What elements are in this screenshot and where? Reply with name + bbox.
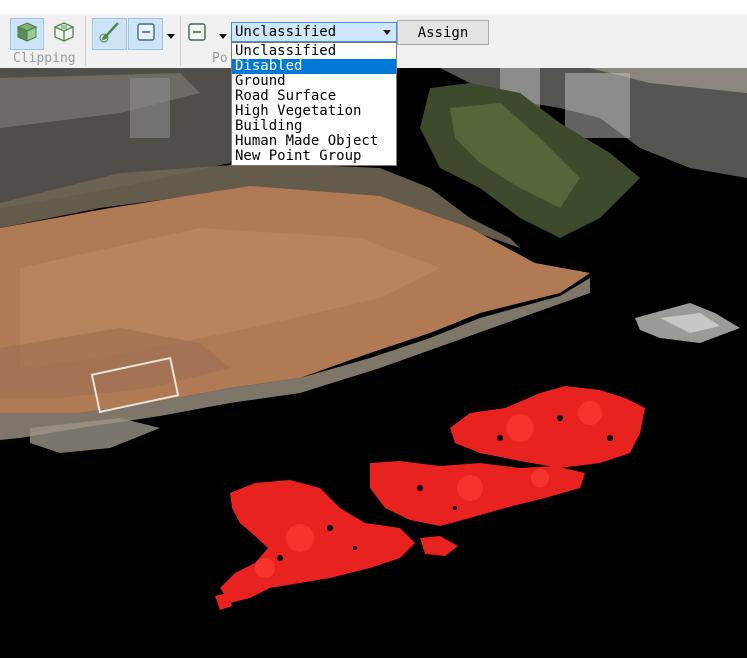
brush-select-icon	[98, 20, 122, 48]
toolbar-separator	[85, 16, 86, 66]
select-mode-dropdown-button-2[interactable]	[216, 18, 230, 50]
clip-box-outline-button[interactable]	[47, 18, 81, 50]
dropdown-item-high-vegetation[interactable]: High Vegetation	[232, 104, 396, 119]
minus-select-icon	[135, 21, 157, 47]
assign-button[interactable]: Assign	[397, 20, 489, 45]
dropdown-item-building[interactable]: Building	[232, 119, 396, 134]
clipping-group-label: Clipping	[13, 51, 76, 66]
classification-combo-value: Unclassified	[235, 24, 337, 40]
select-mode-dropdown-button[interactable]	[164, 18, 178, 50]
window-top-strip	[0, 0, 747, 14]
clip-box-button[interactable]	[10, 18, 44, 50]
clip-box-outline-icon	[52, 20, 76, 48]
minus-select-button[interactable]	[128, 18, 163, 50]
dropdown-item-new-point-group[interactable]: New Point Group	[232, 149, 396, 164]
chevron-down-icon[interactable]	[383, 30, 391, 35]
dropdown-item-unclassified[interactable]: Unclassified	[232, 44, 396, 59]
minus-select-icon	[186, 21, 208, 47]
dropdown-item-disabled[interactable]: Disabled	[232, 59, 396, 74]
dropdown-item-human-made-object[interactable]: Human Made Object	[232, 134, 396, 149]
points-group-label: Po	[212, 51, 228, 66]
dropdown-item-ground[interactable]: Ground	[232, 74, 396, 89]
minus-select-button-2[interactable]	[180, 18, 214, 50]
clip-box-icon	[16, 21, 38, 47]
dropdown-item-road-surface[interactable]: Road Surface	[232, 89, 396, 104]
classification-dropdown-list: Unclassified Disabled Ground Road Surfac…	[231, 42, 397, 166]
brush-select-button[interactable]	[92, 18, 127, 50]
dropdown-arrow-icon	[218, 25, 228, 44]
dropdown-arrow-icon	[166, 25, 176, 44]
classification-combo[interactable]: Unclassified	[231, 22, 397, 42]
